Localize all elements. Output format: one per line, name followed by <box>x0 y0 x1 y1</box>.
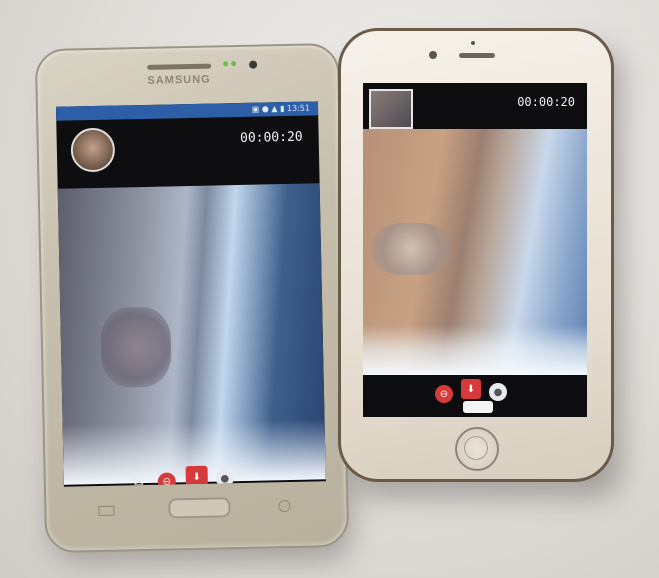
mute-icon[interactable]: ⊖ <box>157 472 177 487</box>
samsung-front-camera <box>249 60 258 69</box>
bulb-icon[interactable]: ● <box>215 469 234 487</box>
home-button-ring <box>464 436 488 460</box>
end-call-bar[interactable] <box>463 401 493 413</box>
photo: SAMSUNG ▣ ● ▲ ▮ 13:51 00:00:20 ✉ ⊖ ⬇ ● 0… <box>0 0 659 578</box>
status-icons: ▣ ● ▲ ▮ 13:51 <box>251 103 311 114</box>
samsung-screen: ▣ ● ▲ ▮ 13:51 00:00:20 ✉ ⊖ ⬇ ● <box>55 101 326 487</box>
call-timer: 00:00:20 <box>239 129 303 146</box>
samsung-led <box>231 61 237 67</box>
remote-video-feed <box>363 129 587 375</box>
remote-video-feed <box>57 183 326 485</box>
samsung-status-bar: ▣ ● ▲ ▮ 13:51 <box>55 101 319 121</box>
iphone-sensor <box>471 41 475 45</box>
caller-avatar[interactable] <box>70 127 116 173</box>
home-button[interactable] <box>168 497 231 519</box>
home-button[interactable] <box>455 427 499 471</box>
bulb-icon[interactable]: ● <box>489 383 507 401</box>
iphone: 00:00:20 ⊖ ⬇ ● <box>338 28 614 482</box>
iphone-speaker <box>459 53 495 58</box>
samsung-speaker <box>147 63 212 70</box>
samsung-phone: SAMSUNG ▣ ● ▲ ▮ 13:51 00:00:20 ✉ ⊖ ⬇ ● <box>34 42 350 554</box>
menu-key-icon[interactable] <box>98 505 115 517</box>
call-controls: ⊖ ⬇ ● <box>363 379 587 403</box>
video-face-blur <box>100 306 172 388</box>
samsung-brand-text: SAMSUNG <box>147 73 211 87</box>
samsung-led <box>223 61 229 67</box>
call-timer: 00:00:20 <box>517 95 575 109</box>
camera-switch-icon[interactable]: ⬇ <box>185 465 208 487</box>
self-view-thumbnail[interactable] <box>369 89 413 129</box>
back-key-icon[interactable] <box>278 499 291 513</box>
iphone-front-camera <box>429 51 437 59</box>
camera-switch-icon[interactable]: ⬇ <box>461 379 481 399</box>
mute-icon[interactable]: ⊖ <box>435 385 453 403</box>
iphone-screen: 00:00:20 ⊖ ⬇ ● <box>363 83 587 417</box>
video-light-glow <box>363 325 587 375</box>
chat-icon[interactable]: ✉ <box>130 473 148 487</box>
video-face-blur <box>371 223 451 275</box>
